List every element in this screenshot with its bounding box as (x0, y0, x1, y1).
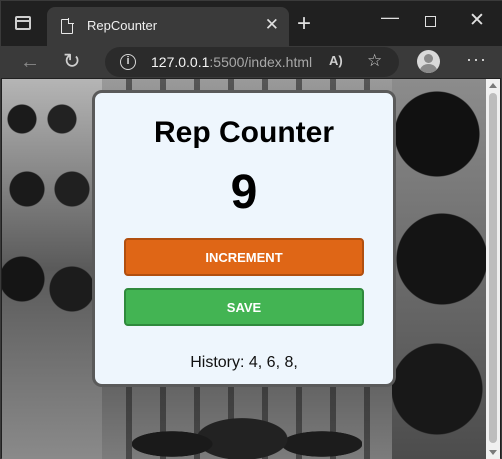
vertical-scrollbar[interactable] (486, 79, 500, 459)
page-icon (61, 18, 74, 34)
dumbbell-rack-left (2, 79, 102, 459)
tab-repcounter[interactable]: RepCounter ✕ (47, 7, 289, 46)
scroll-thumb[interactable] (489, 93, 497, 443)
tab-strip: RepCounter ✕ + — ✕ (1, 1, 502, 46)
maximize-icon[interactable] (425, 16, 436, 27)
new-tab-icon[interactable]: + (297, 12, 311, 36)
save-button[interactable]: SAVE (124, 288, 364, 326)
url-text: 127.0.0.1:5500/index.html (151, 54, 312, 70)
dumbbell-rack-right (392, 79, 487, 459)
scroll-down-icon[interactable] (489, 450, 497, 455)
reload-icon[interactable]: ↻ (63, 49, 81, 75)
close-window-icon[interactable]: ✕ (469, 9, 485, 32)
rep-counter-card: Rep Counter 9 INCREMENT SAVE History: 4,… (92, 90, 396, 387)
increment-button[interactable]: INCREMENT (124, 238, 364, 276)
close-tab-icon[interactable]: ✕ (265, 15, 279, 35)
tab-title: RepCounter (87, 18, 158, 33)
read-aloud-icon[interactable]: A) (329, 53, 343, 68)
profile-icon[interactable] (417, 50, 440, 73)
scroll-up-icon[interactable] (489, 83, 497, 88)
tab-actions-icon[interactable] (15, 16, 31, 30)
more-options-icon[interactable]: ··· (466, 49, 487, 70)
rep-count: 9 (230, 166, 258, 219)
browser-window: RepCounter ✕ + — ✕ ← ↻ i 127.0.0.1:5500/… (0, 0, 502, 459)
url-path: :5500/index.html (209, 54, 313, 70)
add-favorite-icon[interactable]: ☆ (367, 51, 382, 71)
app-title: Rep Counter (154, 116, 334, 149)
history-text: History: 4, 6, 8, (190, 354, 298, 371)
info-icon[interactable]: i (120, 54, 136, 70)
url-host: 127.0.0.1 (151, 54, 210, 70)
minimize-icon[interactable]: — (381, 7, 399, 28)
back-arrow-icon[interactable]: ← (20, 49, 40, 75)
address-bar[interactable]: i 127.0.0.1:5500/index.html (105, 47, 399, 77)
floor-weights (132, 384, 362, 459)
